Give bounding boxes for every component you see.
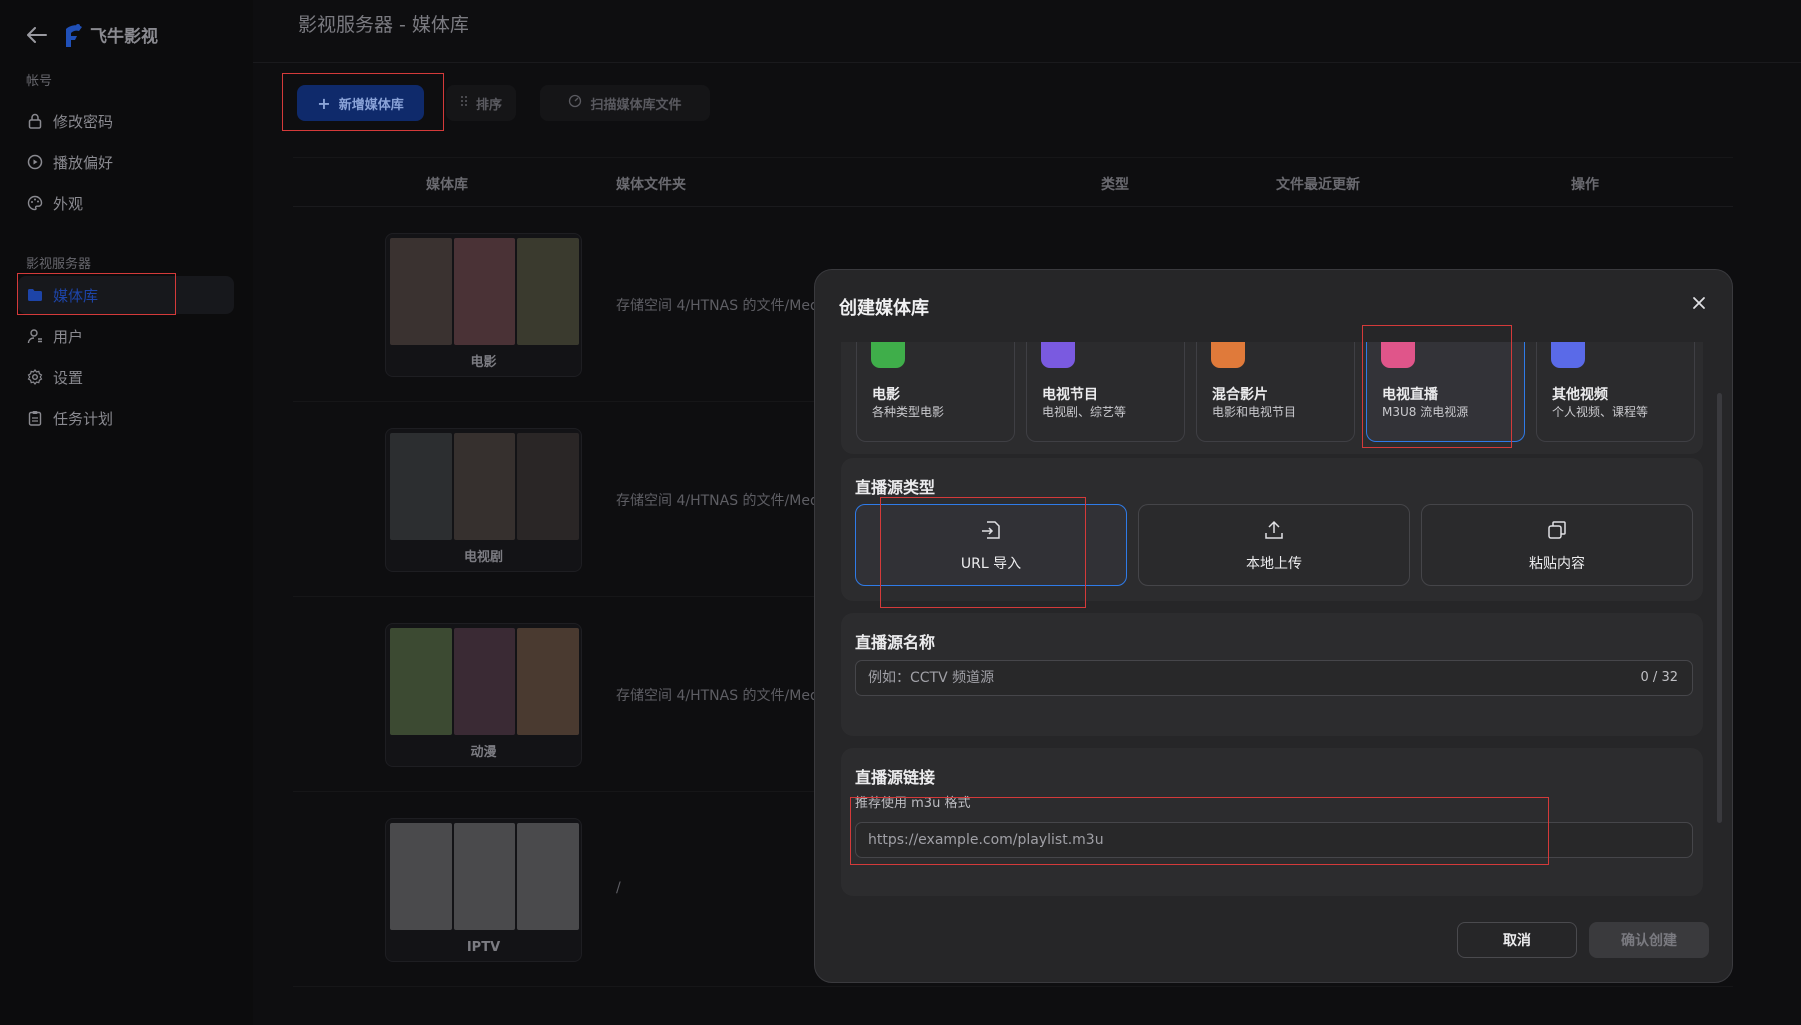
type-desc: 各种类型电影	[872, 405, 945, 419]
library-name: 动漫	[470, 745, 497, 760]
highlight-box	[1362, 325, 1512, 448]
column-header: 文件最近更新	[1276, 177, 1360, 193]
type-card-other[interactable]: 其他视频 个人视频、课程等	[1536, 342, 1695, 442]
type-desc: 电视剧、综艺等	[1042, 405, 1127, 419]
source-option-local-upload[interactable]: 本地上传	[1138, 504, 1410, 586]
library-poster[interactable]: 动漫	[385, 623, 582, 767]
sidebar-item-settings[interactable]: 设置	[18, 358, 234, 396]
section-account-label: 帐号	[26, 74, 53, 89]
library-name: IPTV	[466, 940, 501, 955]
sort-button[interactable]: 排序	[446, 85, 516, 121]
close-icon[interactable]	[1690, 294, 1708, 312]
highlight-box	[880, 497, 1086, 608]
type-title: 电影	[872, 387, 900, 403]
user-icon	[27, 328, 43, 344]
header-divider	[253, 62, 1801, 63]
library-name: 电影	[470, 355, 497, 370]
section-title: 直播源类型	[855, 478, 936, 497]
copy-icon	[1422, 519, 1692, 545]
section-title: 直播源名称	[855, 633, 936, 652]
source-name-input[interactable]	[856, 661, 1692, 695]
sidebar-item-label: 用户	[53, 327, 84, 346]
source-option-label: 本地上传	[1246, 556, 1302, 572]
play-circle-icon	[27, 154, 43, 170]
library-poster[interactable]: 电影	[385, 233, 582, 377]
highlight-box	[282, 73, 444, 131]
section-server-label: 影视服务器	[26, 257, 92, 272]
type-card-tv-show[interactable]: 电视节目 电视剧、综艺等	[1026, 342, 1185, 442]
lock-icon	[27, 113, 43, 129]
palette-icon	[27, 195, 43, 211]
page-title: 影视服务器 - 媒体库	[298, 14, 469, 36]
scan-icon	[568, 94, 582, 112]
mixed-type-icon	[1211, 342, 1245, 368]
scan-files-button[interactable]: 扫描媒体库文件	[540, 85, 710, 121]
column-header: 媒体文件夹	[616, 177, 686, 193]
sidebar-item-tasks[interactable]: 任务计划	[18, 399, 234, 437]
source-name-section: 直播源名称 0 / 32	[841, 613, 1703, 736]
type-desc: 电影和电视节目	[1212, 405, 1297, 419]
poster-art	[390, 238, 580, 345]
sidebar-item-label: 播放偏好	[53, 153, 114, 172]
library-poster[interactable]: 电视剧	[385, 428, 582, 572]
sidebar-item-label: 修改密码	[53, 112, 114, 131]
type-card-mixed[interactable]: 混合影片 电影和电视节目	[1196, 342, 1355, 442]
dialog-title: 创建媒体库	[839, 298, 929, 319]
movie-type-icon	[871, 342, 905, 368]
library-name: 电视剧	[463, 550, 503, 565]
scan-label: 扫描媒体库文件	[590, 97, 682, 113]
sidebar-item-users[interactable]: 用户	[18, 317, 234, 355]
library-type-cards: 电影 各种类型电影 电视节目 电视剧、综艺等 混合影片 电影和电视节目 电视直播…	[841, 342, 1703, 454]
poster-art	[390, 628, 580, 735]
other-type-icon	[1551, 342, 1585, 368]
table-header: 媒体库 媒体文件夹 类型 文件最近更新 操作	[293, 157, 1733, 207]
sidebar-item-label: 设置	[53, 368, 84, 387]
create-library-dialog: 创建媒体库 电影 各种类型电影 电视节目 电视剧、综艺等 混合影片 电影和电视节…	[814, 269, 1733, 983]
app-name: 飞牛影视	[90, 27, 158, 47]
column-header: 媒体库	[426, 177, 468, 193]
source-option-label: 粘贴内容	[1529, 556, 1585, 572]
confirm-create-button[interactable]: 确认创建	[1589, 922, 1709, 958]
logo-icon	[66, 23, 82, 47]
drag-handle-icon	[460, 95, 468, 111]
highlight-box	[850, 797, 1549, 865]
sidebar-item-label: 外观	[53, 194, 84, 213]
highlight-box	[17, 273, 176, 315]
library-folder: 存储空间 4/HTNAS 的文件/Media	[616, 493, 832, 509]
library-folder: /	[616, 880, 621, 896]
sidebar-item-playback[interactable]: 播放偏好	[18, 143, 234, 181]
type-title: 其他视频	[1552, 387, 1608, 403]
sidebar-item-label: 任务计划	[53, 409, 114, 428]
source-name-field[interactable]: 0 / 32	[855, 660, 1693, 696]
cancel-button[interactable]: 取消	[1457, 922, 1577, 958]
tv-show-type-icon	[1041, 342, 1075, 368]
poster-art	[390, 823, 580, 930]
app-logo: 飞牛影视	[62, 22, 158, 47]
poster-art	[390, 433, 580, 540]
column-header: 操作	[1571, 177, 1599, 193]
gear-icon	[27, 369, 43, 385]
section-title: 直播源链接	[855, 768, 936, 787]
type-title: 电视节目	[1042, 387, 1098, 403]
source-option-paste[interactable]: 粘贴内容	[1421, 504, 1693, 586]
type-desc: 个人视频、课程等	[1552, 405, 1649, 419]
sidebar-header: 飞牛影视	[26, 22, 158, 47]
library-folder: 存储空间 4/HTNAS 的文件/Media	[616, 298, 832, 314]
char-counter: 0 / 32	[1640, 670, 1678, 685]
library-folder: 存储空间 4/HTNAS 的文件/Media	[616, 688, 832, 704]
sidebar-item-appearance[interactable]: 外观	[18, 184, 234, 222]
upload-icon	[1139, 519, 1409, 545]
library-poster[interactable]: IPTV	[385, 818, 582, 962]
column-header: 类型	[1101, 177, 1129, 193]
sidebar: 飞牛影视 帐号 修改密码 播放偏好 外观 影视服务器 媒体库 用户 设置 任务计…	[0, 0, 253, 1025]
type-card-movie[interactable]: 电影 各种类型电影	[856, 342, 1015, 442]
sort-label: 排序	[475, 97, 502, 113]
sidebar-item-change-password[interactable]: 修改密码	[18, 102, 234, 140]
type-title: 混合影片	[1212, 387, 1268, 403]
clipboard-icon	[27, 410, 43, 426]
back-arrow-icon[interactable]	[26, 24, 48, 46]
dialog-scrollbar[interactable]	[1717, 393, 1722, 823]
